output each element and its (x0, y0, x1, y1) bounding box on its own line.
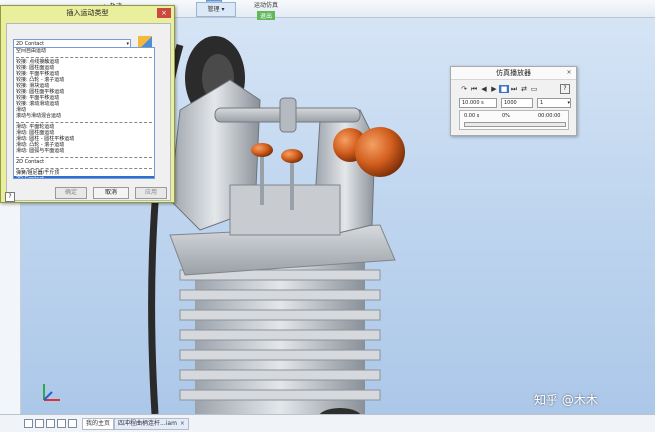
player-close-icon[interactable]: × (564, 68, 574, 77)
insert-motion-dialog: 插入运动类型 × 2D Contact ▾ 空间自由运动 铰接: 点线接触运动 铰接… (0, 5, 175, 203)
rewind-icon[interactable]: ⏮ (469, 85, 479, 94)
tile-view-icon[interactable] (35, 419, 44, 428)
list-item[interactable]: 2D Contact (14, 176, 154, 178)
simulation-player: 仿真播放器 × ↷ ⏮ ◀ ▶ ■ ⏭ ⇄ ▭ ? 10.000 s 1000 1 ▾ 0.0… (450, 66, 577, 136)
progress-slider[interactable] (464, 122, 566, 127)
cooling-fins (179, 269, 381, 401)
menu-icon[interactable] (68, 419, 77, 428)
progress-percent: 0% (502, 113, 510, 119)
record-icon[interactable]: ▭ (529, 85, 539, 93)
forward-icon[interactable]: ⏭ (509, 85, 519, 94)
list-separator (16, 154, 152, 158)
cam-ball (355, 127, 405, 177)
player-controls: ↷ ⏮ ◀ ▶ ■ ⏭ ⇄ ▭ (459, 85, 539, 94)
window-list-icon[interactable] (57, 419, 66, 428)
status-bar: 我的主页 四冲程曲柄连杆...iam × (0, 414, 655, 432)
player-help-icon[interactable]: ? (560, 84, 570, 94)
stop-icon[interactable]: ■ (499, 85, 509, 93)
list-separator (16, 54, 152, 58)
current-time: 0.00 s (464, 113, 480, 119)
help-icon[interactable]: ? (5, 192, 15, 202)
apply-button[interactable]: 应用 (135, 187, 167, 199)
close-tab-icon[interactable]: × (180, 420, 185, 427)
view-triad-icon[interactable] (38, 378, 68, 408)
motion-type-list[interactable]: 空间自由运动 铰接: 点线接触运动 铰接: 圆柱面运动 铰接: 平面平移运动 铰接: 凸… (13, 47, 155, 179)
valve-base (229, 184, 341, 236)
ok-button[interactable]: 确定 (55, 187, 87, 199)
valve-cap-right (281, 149, 303, 163)
chevron-down-icon[interactable]: ▾ (567, 99, 570, 107)
watermark-text: 知乎 @木木 (534, 393, 598, 407)
list-separator (16, 165, 152, 169)
cancel-button[interactable]: 取消 (93, 187, 129, 199)
end-time-field[interactable]: 10.000 s (459, 98, 497, 108)
player-title: 仿真播放器 (451, 67, 576, 80)
cascade-view-icon[interactable] (46, 419, 55, 428)
playback-status: 0.00 s 0% 00:00:00 (459, 110, 569, 130)
close-icon[interactable]: × (157, 8, 171, 18)
step-back-icon[interactable]: ◀ (479, 85, 489, 93)
reset-icon[interactable]: ↷ (459, 85, 469, 93)
list-separator (16, 119, 152, 123)
valve-cap-left (251, 143, 273, 157)
play-icon[interactable]: ▶ (489, 85, 499, 93)
grid-view-icon[interactable] (24, 419, 33, 428)
elapsed-time: 00:00:00 (538, 113, 561, 119)
tab-assembly[interactable]: 四冲程曲柄连杆...iam × (114, 418, 189, 430)
tab-home[interactable]: 我的主页 (82, 418, 115, 430)
dialog-body: 2D Contact ▾ 空间自由运动 铰接: 点线接触运动 铰接: 圆柱面运动 铰接… (6, 23, 171, 201)
steps-field[interactable]: 1000 (501, 98, 533, 108)
rate-select[interactable]: 1 ▾ (537, 98, 571, 108)
loop-icon[interactable]: ⇄ (519, 85, 529, 93)
dialog-title: 插入运动类型 (66, 9, 109, 17)
